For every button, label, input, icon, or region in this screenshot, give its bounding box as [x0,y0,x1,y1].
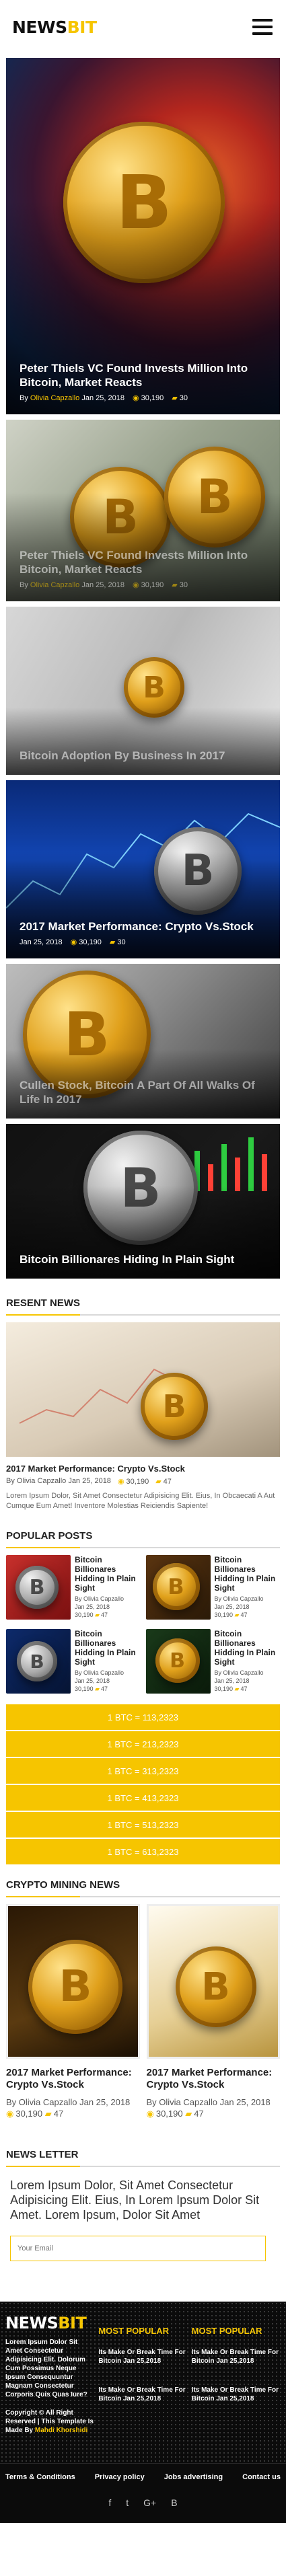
footer-col-most-popular: MOST POPULAR Its Make Or Break Time For … [98,2314,187,2463]
facebook-icon[interactable]: f [108,2497,111,2508]
hero-card-4[interactable]: 2017 Market Performance: Crypto Vs.Stock… [6,780,280,958]
section-heading: NEWS LETTER [6,2135,280,2167]
comment-icon: ▰ [95,1612,100,1618]
hero-title[interactable]: 2017 Market Performance: Crypto Vs.Stock [20,919,268,934]
section-heading: RESENT NEWS [6,1284,280,1316]
hero-stack: Peter Thiels VC Found Invests Million In… [0,54,286,1279]
site-logo[interactable]: NEWSBIT [12,17,97,37]
btc-rate-item[interactable]: 1 BTC = 513,2323 [6,1812,280,1839]
jobs-link[interactable]: Jobs advertising [164,2473,223,2481]
footer-link[interactable]: Its Make Or Break Time For Bitcoin Jan 2… [192,2348,281,2365]
mining-post[interactable]: 2017 Market Performance: Crypto Vs.Stock… [6,1904,140,2119]
recent-news-section: RESENT NEWS 2017 Market Performance: Cry… [0,1284,286,1511]
comment-icon: ▰ [234,1612,240,1618]
comment-icon: ▰ [155,1478,162,1486]
bitcoin-icon[interactable]: B [171,2497,177,2508]
hero-card-2[interactable]: Peter Thiels VC Found Invests Million In… [6,420,280,601]
hero-card-1[interactable]: Peter Thiels VC Found Invests Million In… [6,58,280,414]
eye-icon: ◉ [117,1478,124,1486]
eye-icon: ◉ [70,938,77,946]
recent-news-title[interactable]: 2017 Market Performance: Crypto Vs.Stock [6,1464,280,1474]
hero-title[interactable]: Peter Thiels VC Found Invests Million In… [20,361,268,389]
footer-link[interactable]: Its Make Or Break Time For Bitcoin Jan 2… [98,2348,187,2365]
btc-rates-list: 1 BTC = 113,2323 1 BTC = 213,2323 1 BTC … [6,1704,280,1866]
hero-title[interactable]: Bitcoin Billionares Hiding In Plain Sigh… [20,1252,268,1266]
menu-hamburger-icon[interactable] [252,19,273,35]
terms-link[interactable]: Terms & Conditions [5,2473,75,2481]
comment-icon: ▰ [234,1685,240,1692]
newsletter-text: Lorem Ipsum Dolor, Sit Amet Consectetur … [10,2179,260,2222]
btc-rate-item[interactable]: 1 BTC = 413,2323 [6,1785,280,1812]
twitter-icon[interactable]: t [126,2497,129,2508]
author-link[interactable]: Olivia Capzallo [30,394,79,402]
eye-icon: ◉ [6,2109,14,2119]
footer-link[interactable]: Its Make Or Break Time For Bitcoin Jan 2… [98,2386,187,2403]
hero-card-3[interactable]: Bitcoin Adoption By Business In 2017 [6,607,280,775]
popular-post[interactable]: Bitcoin Billionares Hidding In Plain Sig… [145,1555,281,1620]
popular-post[interactable]: Bitcoin Billionares Hidding In Plain Sig… [6,1629,141,1694]
eye-icon: ◉ [132,394,139,402]
site-header: NEWSBIT [0,0,286,54]
maker-link[interactable]: Mahdi Khorshidi [35,2427,87,2434]
crypto-mining-section: CRYPTO MINING NEWS 2017 Market Performan… [0,1866,286,2119]
eye-icon: ◉ [146,2109,154,2119]
btc-rate-item[interactable]: 1 BTC = 213,2323 [6,1731,280,1758]
mining-post[interactable]: 2017 Market Performance: Crypto Vs.Stock… [146,1904,280,2119]
hero-card-5[interactable]: Cullen Stock, Bitcoin A Part Of All Walk… [6,964,280,1119]
footer-logo[interactable]: NEWSBIT [5,2314,94,2333]
site-footer: NEWSBIT Lorem Ipsum Dolor Sit Amet Conse… [0,2302,286,2523]
contact-link[interactable]: Contact us [242,2473,281,2481]
recent-news-image[interactable] [6,1322,280,1457]
footer-link[interactable]: Its Make Or Break Time For Bitcoin Jan 2… [192,2386,281,2403]
popular-posts-section: POPULAR POSTS Bitcoin Billionares Hiddin… [0,1517,286,1866]
social-icons: f t G+ B [0,2491,286,2523]
hero-card-6[interactable]: Bitcoin Billionares Hiding In Plain Sigh… [6,1124,280,1279]
email-input[interactable] [10,2236,266,2261]
comment-icon: ▰ [172,394,178,402]
comment-icon: ▰ [95,1685,100,1692]
comment-icon: ▰ [44,2109,52,2119]
footer-col-most-popular-2: MOST POPULAR Its Make Or Break Time For … [192,2314,281,2463]
recent-news-description: Lorem Ipsum Dolor, Sit Amet Consectetur … [6,1492,275,1510]
popular-post[interactable]: Bitcoin Billionares Hidding In Plain Sig… [145,1629,281,1694]
copyright: Copyright © All Right Reserved | This Te… [5,2409,94,2434]
hero-title[interactable]: Cullen Stock, Bitcoin A Part Of All Walk… [20,1078,268,1106]
google-plus-icon[interactable]: G+ [143,2497,156,2508]
footer-description: Lorem Ipsum Dolor Sit Amet Consectetur A… [5,2339,87,2398]
comment-icon: ▰ [172,581,178,589]
comment-icon: ▰ [109,938,116,946]
eye-icon: ◉ [132,581,139,589]
popular-post[interactable]: Bitcoin Billionares Hidding In Plain Sig… [6,1555,141,1620]
btc-rate-item[interactable]: 1 BTC = 613,2323 [6,1839,280,1866]
hero-title[interactable]: Peter Thiels VC Found Invests Million In… [20,548,268,576]
section-heading: POPULAR POSTS [6,1517,280,1548]
btc-rate-item[interactable]: 1 BTC = 113,2323 [6,1704,280,1731]
comment-icon: ▰ [185,2109,192,2119]
hero-title[interactable]: Bitcoin Adoption By Business In 2017 [20,749,268,763]
section-heading: CRYPTO MINING NEWS [6,1866,280,1897]
footer-links: Terms & Conditions Privacy policy Jobs a… [0,2463,286,2491]
newsletter-section: NEWS LETTER Lorem Ipsum Dolor, Sit Amet … [0,2135,286,2261]
privacy-link[interactable]: Privacy policy [95,2473,145,2481]
btc-rate-item[interactable]: 1 BTC = 313,2323 [6,1758,280,1785]
